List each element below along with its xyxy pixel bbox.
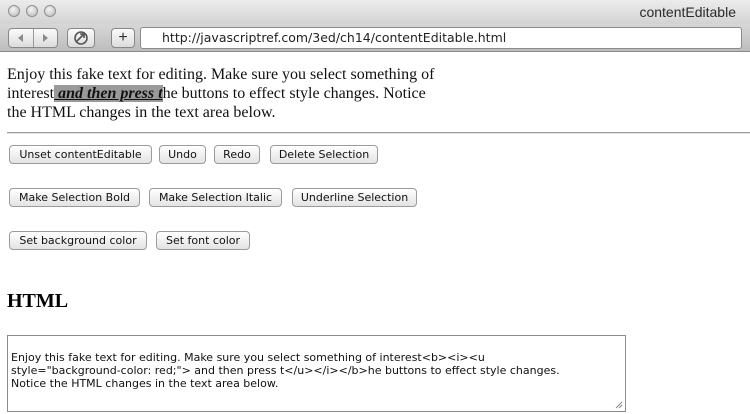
- redo-button[interactable]: Redo: [214, 145, 260, 164]
- content-editable-region[interactable]: Enjoy this fake text for editing. Make s…: [7, 65, 437, 122]
- forward-button[interactable]: [34, 29, 58, 47]
- resize-grip-icon[interactable]: [615, 401, 623, 409]
- html-textarea[interactable]: Enjoy this fake text for editing. Make s…: [7, 335, 626, 412]
- make-italic-button[interactable]: Make Selection Italic: [149, 188, 282, 207]
- selected-text: and then press t: [54, 85, 163, 102]
- window-title: contentEditable: [639, 4, 736, 20]
- browser-toolbar: + http://javascriptref.com/3ed/ch14/cont…: [0, 24, 750, 52]
- set-background-color-button[interactable]: Set background color: [9, 231, 147, 250]
- undo-button[interactable]: Undo: [159, 145, 206, 164]
- horizontal-divider: [7, 132, 750, 134]
- share-action-icon: [74, 31, 88, 45]
- back-forward-group: [8, 28, 58, 48]
- delete-selection-button[interactable]: Delete Selection: [270, 145, 378, 164]
- window-titlebar: contentEditable: [0, 0, 750, 24]
- minimize-window-button[interactable]: [26, 5, 38, 17]
- html-heading: HTML: [7, 290, 69, 312]
- textarea-value: Enjoy this fake text for editing. Make s…: [11, 351, 560, 390]
- page-content: Enjoy this fake text for editing. Make s…: [0, 52, 750, 414]
- set-font-color-button[interactable]: Set font color: [156, 231, 250, 250]
- back-arrow-icon: [17, 34, 23, 42]
- share-action-button[interactable]: [67, 28, 95, 48]
- unset-contenteditable-button[interactable]: Unset contentEditable: [9, 145, 152, 164]
- back-button[interactable]: [9, 29, 33, 47]
- close-window-button[interactable]: [8, 5, 20, 17]
- zoom-window-button[interactable]: [44, 5, 56, 17]
- underline-selection-button[interactable]: Underline Selection: [292, 188, 417, 207]
- new-tab-button[interactable]: +: [111, 28, 135, 48]
- url-field[interactable]: http://javascriptref.com/3ed/ch14/conten…: [140, 27, 742, 49]
- make-bold-button[interactable]: Make Selection Bold: [9, 188, 140, 207]
- forward-arrow-icon: [43, 34, 49, 42]
